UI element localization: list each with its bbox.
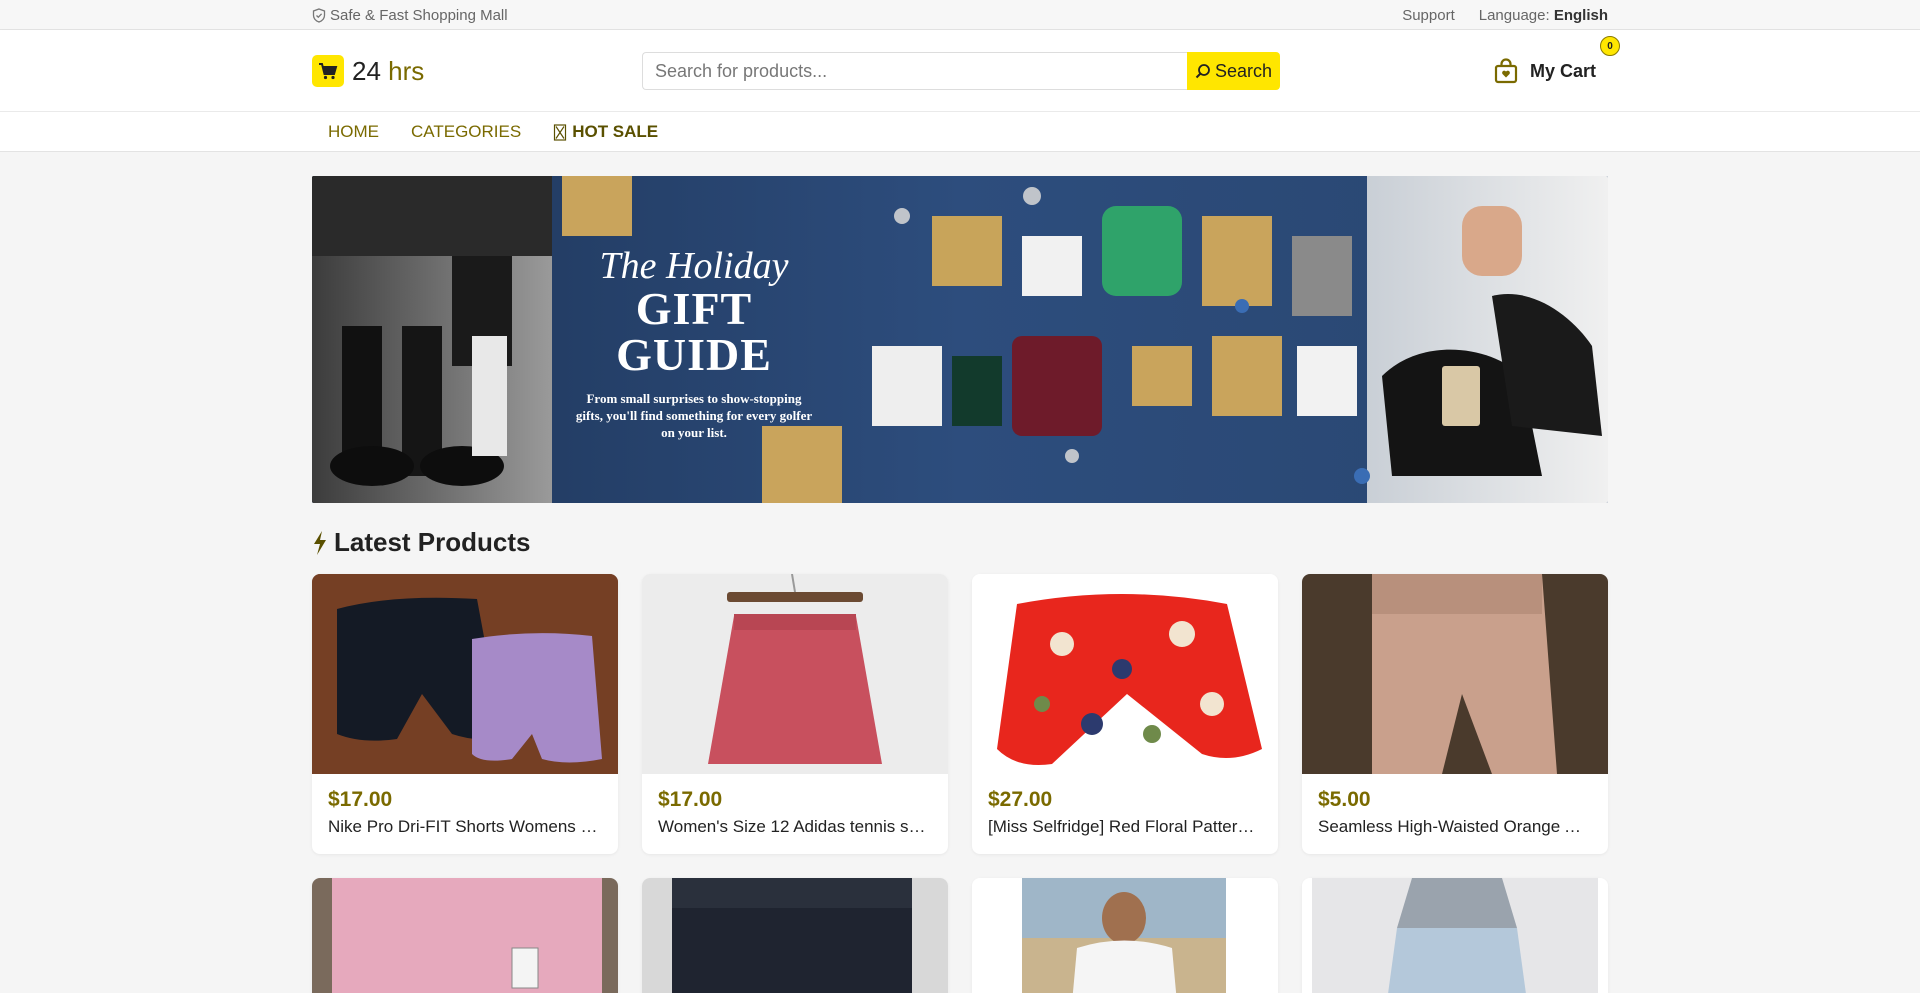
product-name: Nike Pro Dri-FIT Shorts Womens Size Medi… [328,817,602,836]
language-value: English [1553,6,1608,24]
holiday-gift-guide-banner[interactable]: The Holiday GIFT GUIDE From small surpri… [312,176,1608,503]
product-image [312,574,618,774]
product-card[interactable] [972,878,1278,993]
search-icon [1195,64,1210,79]
product-image [1302,574,1608,774]
hourglass-icon [554,123,567,141]
cart-logo-icon [312,55,344,87]
product-name: Seamless High-Waisted Orange Activewear … [1318,817,1592,836]
product-card[interactable]: $17.00 Nike Pro Dri-FIT Shorts Womens Si… [312,574,618,854]
banner-subtitle: From small surprises to show-stopping gi… [575,391,813,440]
latest-products-heading: Latest Products [312,527,1608,558]
main-nav: HOME CATEGORIES HOT SALE [0,112,1920,152]
logo-suffix: hrs [388,55,425,86]
product-price: $17.00 [328,788,393,811]
banner-image [312,176,1608,503]
product-image [312,878,618,993]
nav-home[interactable]: HOME [328,122,379,142]
nav-hot-sale[interactable]: HOT SALE [553,122,658,142]
product-card[interactable]: $17.00 Women's Size 12 Adidas tennis sko… [642,574,948,854]
header: 24 hrs Search My Cart 0 [0,30,1920,112]
product-image [972,574,1278,774]
tagline-text: Safe & Fast Shopping Mall [330,6,508,24]
product-image [642,574,948,774]
product-grid: $17.00 Nike Pro Dri-FIT Shorts Womens Si… [312,574,1608,993]
search-button-label: Search [1214,60,1273,81]
cart-button[interactable]: My Cart 0 [1494,36,1620,84]
product-image [642,878,948,993]
language-selector[interactable]: Language: English [1479,7,1608,24]
product-card[interactable]: $5.00 Seamless High-Waisted Orange Activ… [1302,574,1608,854]
product-image [972,878,1278,993]
lightning-icon [314,530,326,555]
product-image [1302,878,1608,993]
nav-hot-sale-label: HOT SALE [572,122,659,141]
search-input[interactable] [642,52,1187,90]
product-price: $17.00 [658,788,723,811]
language-label: Language: [1478,6,1550,24]
support-link[interactable]: Support [1402,7,1455,24]
tagline: Safe & Fast Shopping Mall [312,7,508,24]
product-card[interactable] [312,878,618,993]
banner-text: The Holiday GIFT GUIDE From small surpri… [554,246,834,441]
product-card[interactable] [1302,878,1608,993]
section-title-text: Latest Products [334,527,531,557]
search-button[interactable]: Search [1187,52,1280,90]
product-price: $27.00 [988,788,1053,811]
product-name: [Miss Selfridge] Red Floral Pattern Mini… [988,817,1262,836]
product-name: Women's Size 12 Adidas tennis skort [658,817,932,836]
top-bar: Safe & Fast Shopping Mall Support Langua… [0,0,1920,30]
search-bar: Search [642,52,1280,90]
nav-categories[interactable]: CATEGORIES [411,122,521,142]
product-card[interactable] [642,878,948,993]
logo[interactable]: 24 hrs [312,55,642,87]
product-price: $5.00 [1318,788,1371,811]
shopping-bag-icon [1494,58,1518,84]
shield-check-icon [312,7,326,23]
cart-label: My Cart [1529,60,1596,81]
logo-number: 24 [352,55,381,86]
banner-script-title: The Holiday [599,245,789,287]
product-card[interactable]: $27.00 [Miss Selfridge] Red Floral Patte… [972,574,1278,854]
cart-count-badge: 0 [1600,36,1620,56]
banner-title: GIFT GUIDE [616,283,772,380]
